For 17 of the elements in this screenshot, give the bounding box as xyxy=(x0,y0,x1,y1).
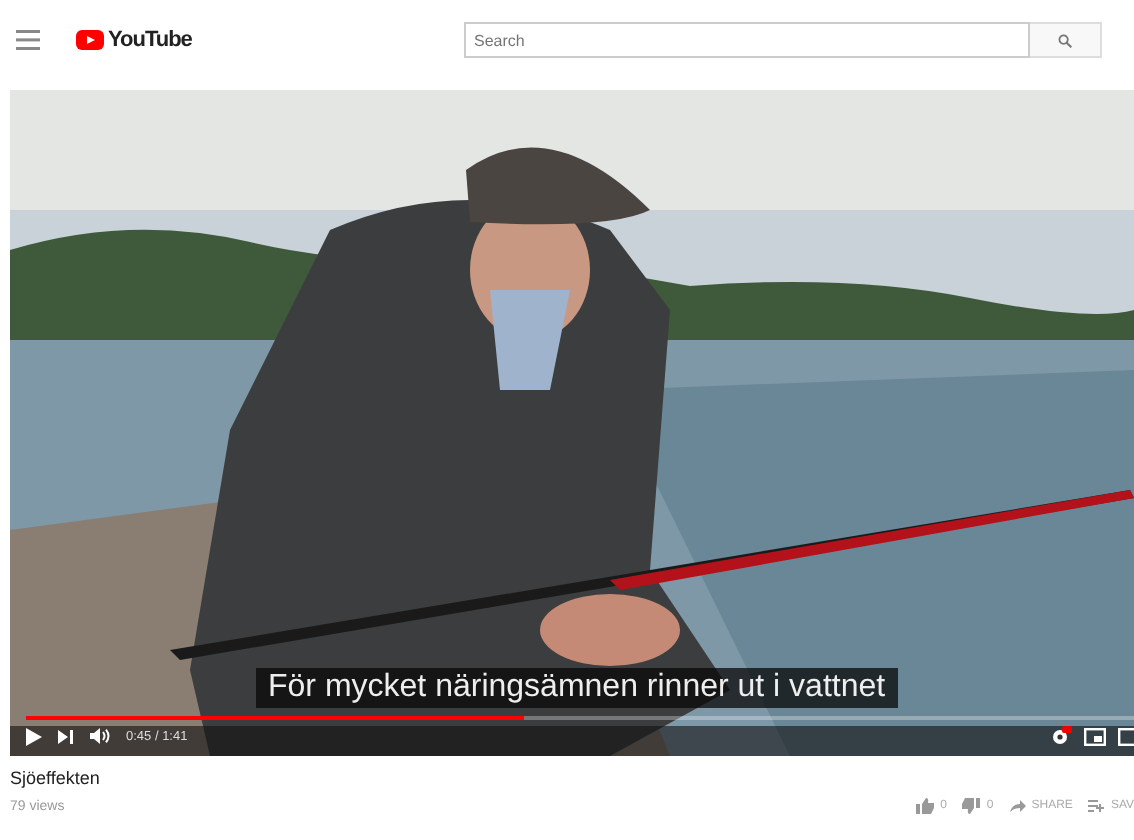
miniplayer-icon[interactable] xyxy=(1084,727,1106,745)
volume-icon[interactable] xyxy=(90,728,110,744)
share-arrow-icon xyxy=(1009,800,1026,812)
thumbs-down-icon xyxy=(962,798,981,814)
playlist-add-icon xyxy=(1088,800,1105,812)
search-field[interactable]: Search xyxy=(464,22,1030,58)
theater-icon[interactable] xyxy=(1118,727,1134,745)
search-icon xyxy=(1058,33,1072,47)
caption: För mycket näringsämnen rinner ut i vattnet xyxy=(256,668,898,708)
gear-icon[interactable] xyxy=(1050,726,1072,746)
next-icon[interactable] xyxy=(58,729,74,743)
play-logo-icon[interactable] xyxy=(76,30,104,50)
video-title: Sjöeffekten xyxy=(10,768,102,788)
menu-icon[interactable] xyxy=(16,30,40,50)
thumbs-up-icon xyxy=(916,798,935,814)
logo-text[interactable]: YouTube xyxy=(108,28,192,52)
play-icon[interactable] xyxy=(26,727,42,745)
